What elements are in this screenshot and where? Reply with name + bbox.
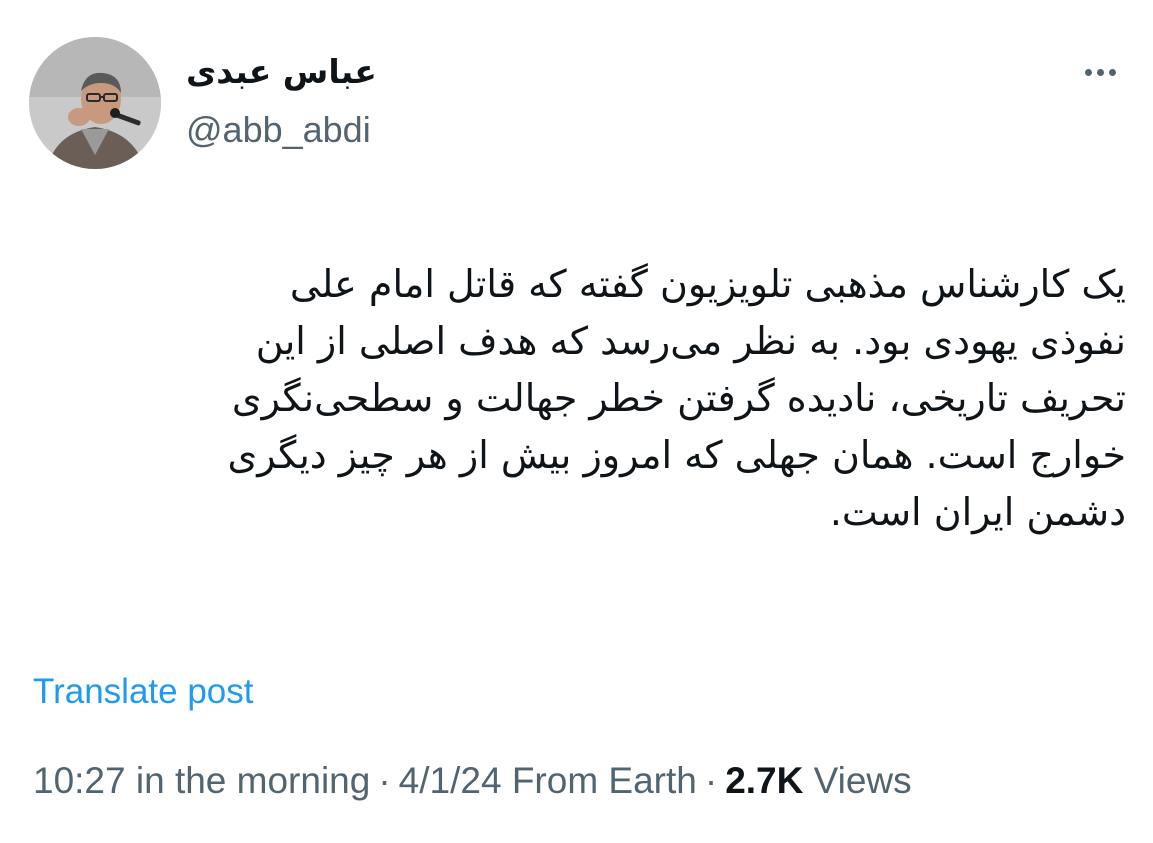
tweet-text-line: نفوذی یهودی بود. به نظر می‌رسد که هدف اص… <box>255 319 1126 363</box>
avatar-photo <box>29 37 161 169</box>
separator: · <box>704 760 718 801</box>
post-date-source: 4/1/24 From Earth <box>398 760 697 801</box>
tweet-text-line: یک کارشناس مذهبی تلویزیون گفته که قاتل ا… <box>289 262 1126 306</box>
more-horizontal-icon <box>1084 68 1116 76</box>
tweet-text-line: تحریف تاریخی، نادیده گرفتن خطر جهالت و س… <box>231 376 1126 420</box>
more-options-button[interactable] <box>1076 58 1124 86</box>
tweet-metadata: 10:27 in the morning · 4/1/24 From Earth · 2… <box>33 758 912 804</box>
avatar[interactable] <box>29 37 161 169</box>
tweet-text-line: خوارج است. همان جهلی که امروز بیش از هر … <box>227 433 1126 477</box>
views-label: Views <box>813 760 912 801</box>
display-name[interactable]: عباس عبدی <box>186 50 377 94</box>
user-handle[interactable]: @abb_abdi <box>186 108 371 152</box>
post-time[interactable]: 10:27 in the morning <box>33 760 370 801</box>
tweet-text: یک کارشناس مذهبی تلویزیون گفته که قاتل ا… <box>30 256 1126 541</box>
separator: · <box>378 760 391 801</box>
translate-post-link[interactable]: Translate post <box>33 670 253 714</box>
tweet-text-line: دشمن ایران است. <box>829 490 1126 534</box>
views-count[interactable]: 2.7K <box>725 760 803 801</box>
